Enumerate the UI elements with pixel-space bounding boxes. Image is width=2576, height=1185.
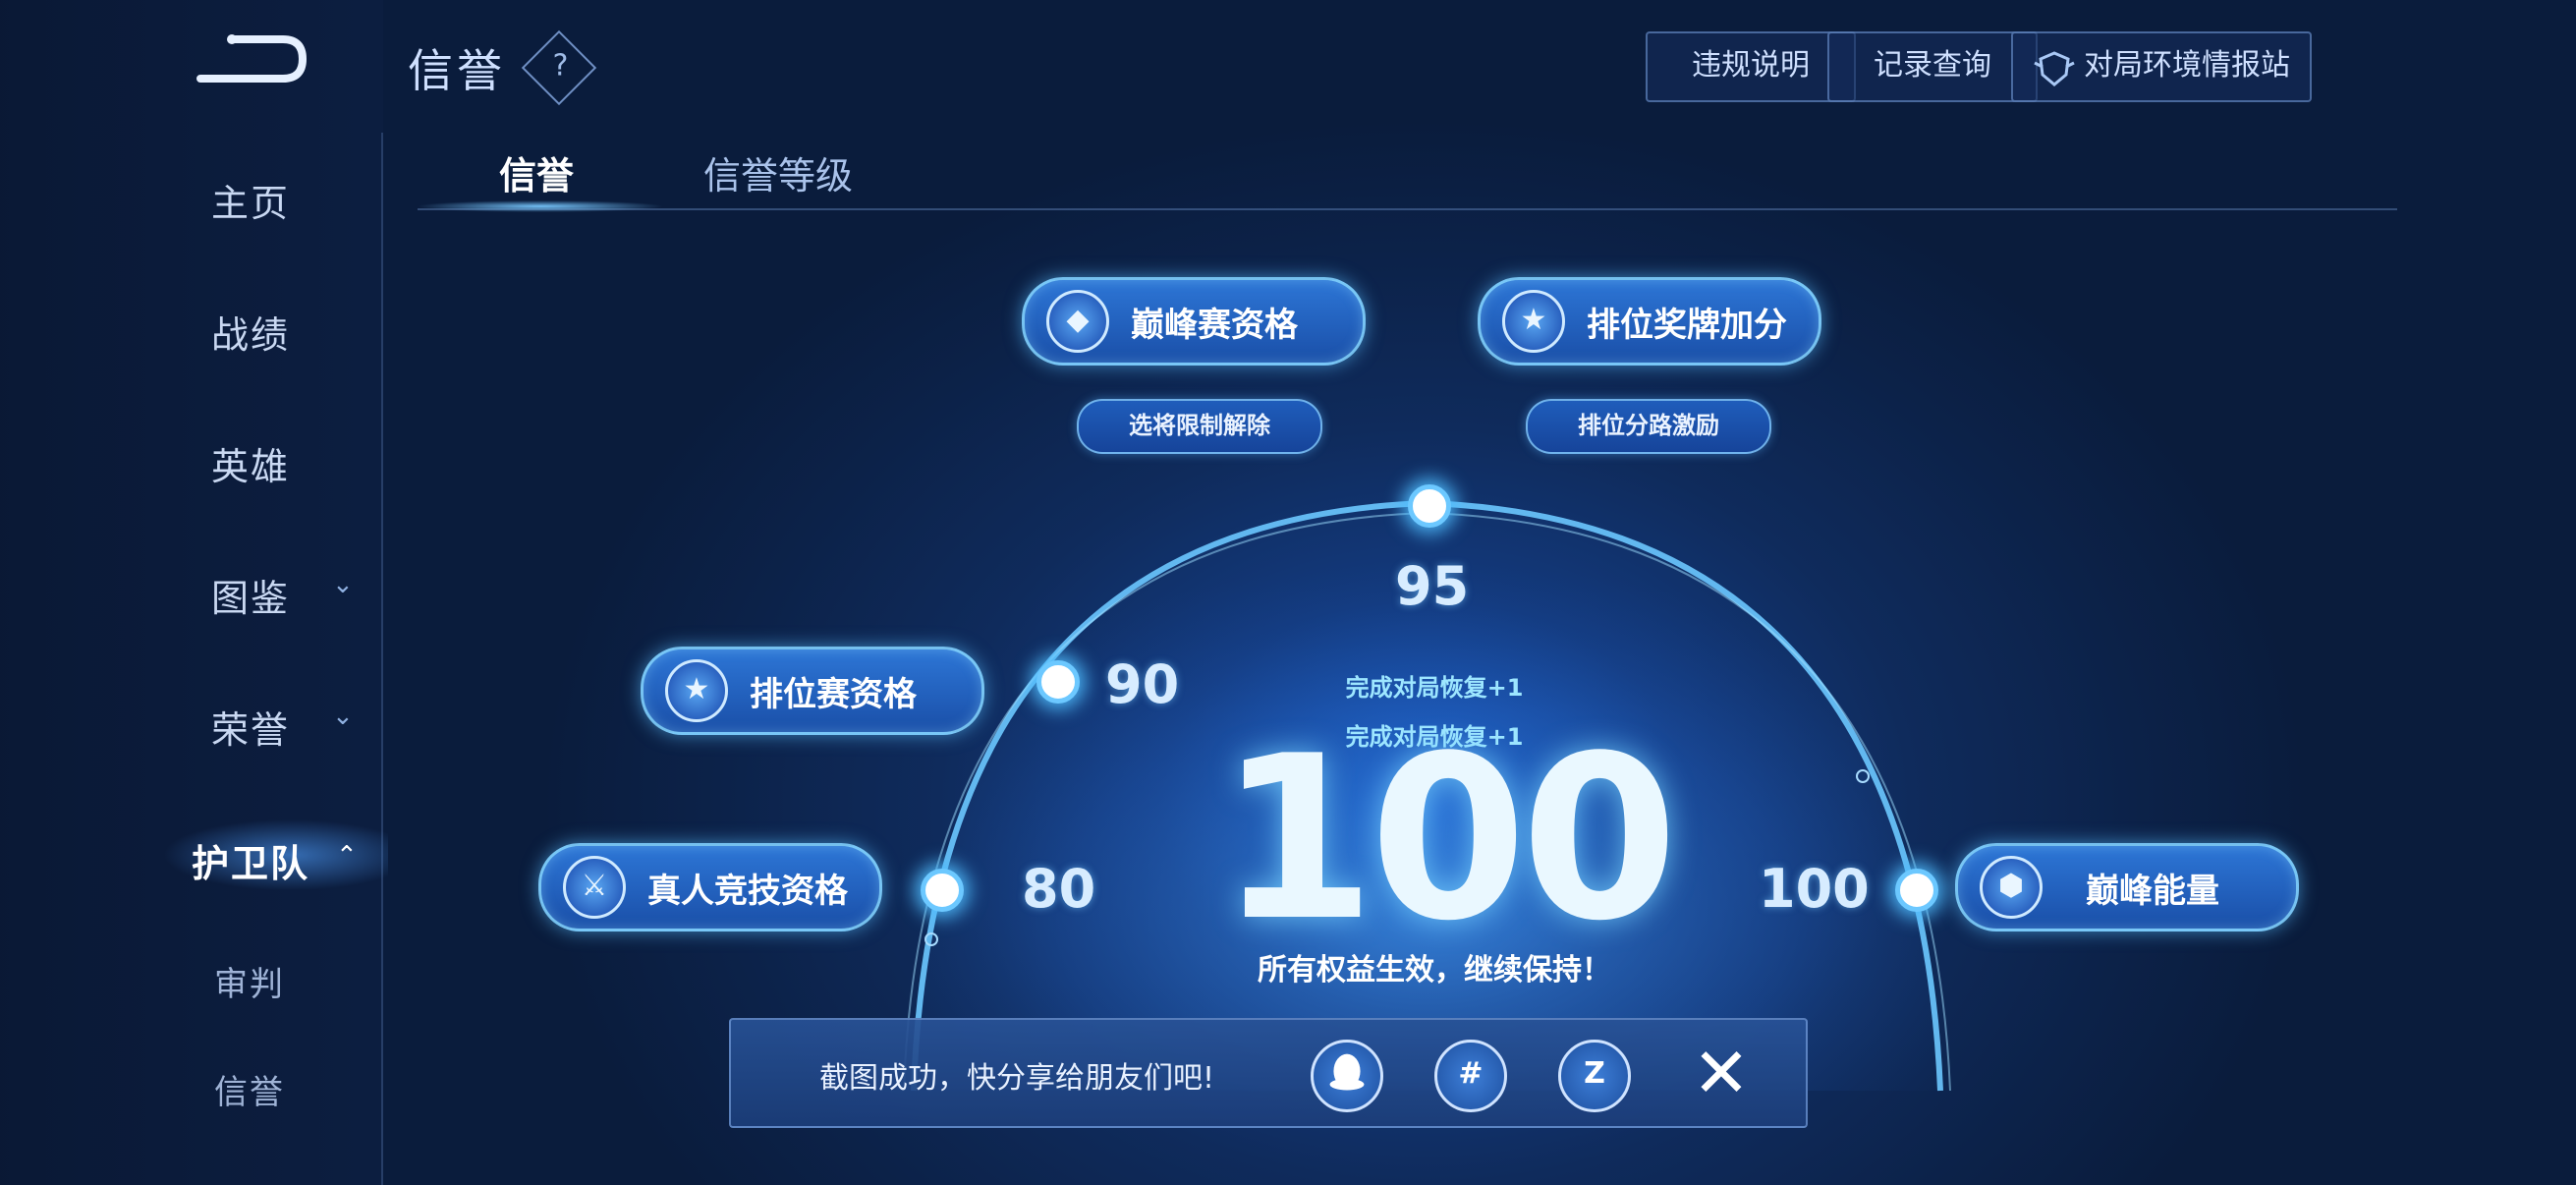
threshold-90-label: 90 [1105, 653, 1180, 715]
perk-peak-energy[interactable]: ⬢ 巅峰能量 [1955, 843, 2299, 931]
chevron-up-icon: ⌃ [336, 841, 358, 871]
threshold-80-label: 80 [1022, 858, 1096, 920]
chevron-down-icon: ⌄ [332, 570, 354, 599]
share-toast: 截图成功，快分享给朋友们吧! # Z ✕ [729, 1018, 1808, 1128]
tab-credit[interactable]: 信誉 [499, 145, 574, 199]
tab-divider [418, 208, 2397, 210]
sword-shield-icon: ⚔ [563, 856, 626, 919]
record-query-button[interactable]: 记录查询 [1827, 31, 2038, 102]
qq-share-icon[interactable] [1311, 1040, 1383, 1112]
threshold-node-95 [1408, 484, 1451, 528]
match-environment-button[interactable]: 对局环境情报站 [2011, 31, 2312, 102]
sidebar-item-home[interactable]: 主页 [211, 173, 418, 227]
threshold-100-label: 100 [1759, 858, 1870, 920]
sidebar-item-codex[interactable]: 图鉴 [211, 568, 418, 622]
sidebar-item-heroes[interactable]: 英雄 [211, 436, 418, 490]
perk-ranked-match-label: 排位赛资格 [750, 674, 917, 714]
threshold-node-80 [921, 869, 964, 912]
page-title: 信誉 [408, 44, 506, 97]
wechat-share-icon[interactable]: # [1434, 1040, 1507, 1112]
star-shield-icon: ★ [665, 659, 728, 722]
perk-peak-match-label: 巅峰赛资格 [1131, 305, 1298, 345]
perk-peak-match-sub: 选将限制解除 [1077, 399, 1322, 454]
perk-rank-medal-sub: 排位分路激励 [1526, 399, 1771, 454]
toast-message: 截图成功，快分享给朋友们吧! [819, 1061, 1215, 1096]
sidebar-item-judge[interactable]: 审判 [214, 957, 420, 1005]
tab-active-indicator [418, 197, 663, 216]
perk-peak-match[interactable]: ◆ 巅峰赛资格 [1022, 277, 1366, 366]
perk-rank-medal[interactable]: ★ 排位奖牌加分 [1478, 277, 1821, 366]
credit-score: 100 [1218, 708, 1678, 971]
energy-cube-icon: ⬢ [1980, 856, 2043, 919]
perk-real-match[interactable]: ⚔ 真人竞技资格 [538, 843, 882, 931]
star-medal-icon: ★ [1502, 290, 1565, 353]
perk-peak-energy-label: 巅峰能量 [2086, 871, 2219, 911]
tab-credit-level[interactable]: 信誉等级 [703, 145, 853, 199]
help-button[interactable]: ? [521, 29, 597, 106]
sidebar-item-records[interactable]: 战绩 [211, 305, 418, 359]
recover-hint-1: 完成对局恢复+1 [1345, 674, 1524, 702]
threshold-node-90 [1036, 660, 1080, 704]
threshold-node-100 [1895, 869, 1938, 912]
back-icon[interactable] [193, 31, 310, 86]
violation-info-button[interactable]: 违规说明 [1646, 31, 1856, 102]
sidebar-item-guard[interactable]: 护卫队 [192, 833, 398, 887]
perk-rank-medal-label: 排位奖牌加分 [1587, 305, 1787, 345]
perk-ranked-match[interactable]: ★ 排位赛资格 [641, 647, 984, 735]
chevron-down-icon: ⌄ [332, 702, 354, 731]
peak-diamond-icon: ◆ [1046, 290, 1109, 353]
close-icon[interactable]: ✕ [1686, 1038, 1757, 1108]
credit-status-text: 所有权益生效，继续保持！ [1258, 953, 1611, 988]
threshold-95-label: 95 [1395, 555, 1470, 617]
help-icon: ? [552, 48, 569, 84]
qzone-share-icon[interactable]: Z [1558, 1040, 1631, 1112]
sidebar-item-honor[interactable]: 荣誉 [211, 700, 418, 754]
match-environment-label: 对局环境情报站 [2084, 48, 2290, 83]
sidebar-item-credit[interactable]: 信誉 [214, 1065, 420, 1113]
shield-wing-icon [2033, 47, 2076, 86]
perk-real-match-label: 真人竞技资格 [647, 871, 848, 911]
sidebar-divider [381, 133, 383, 1185]
